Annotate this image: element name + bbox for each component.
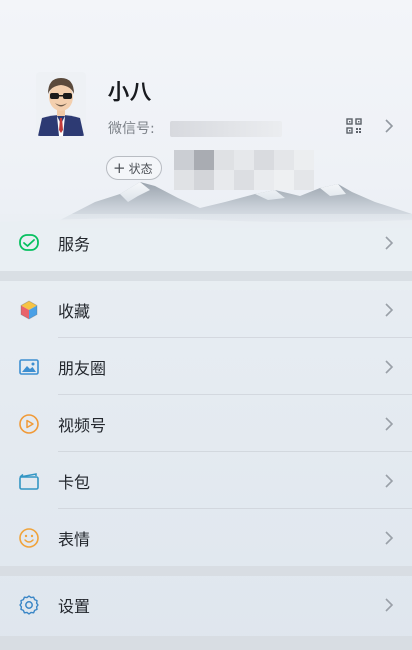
status-button-label: 状态 [128, 161, 153, 176]
menu-item-favorites-label: 收藏 [58, 301, 91, 321]
chevron-right-icon [384, 530, 394, 546]
chevron-right-icon [384, 235, 394, 251]
menu-item-moments[interactable]: 朋友圈 [0, 338, 412, 395]
menu-item-favorites[interactable]: 收藏 [0, 281, 412, 338]
services-icon [18, 232, 40, 254]
menu-item-settings-label: 设置 [58, 596, 91, 616]
menu-item-services-label: 服务 [58, 234, 91, 254]
sticker-smile-icon [18, 527, 40, 549]
moments-photo-icon [18, 356, 40, 378]
menu-item-stickers-label: 表情 [58, 529, 91, 549]
chevron-right-icon [384, 416, 394, 432]
menu-item-cards[interactable]: 卡包 [0, 452, 412, 509]
bottom-section-gap [0, 636, 412, 650]
menu-item-moments-label: 朋友圈 [58, 358, 107, 378]
menu-item-channels-label: 视频号 [58, 415, 107, 435]
wechat-id-label: 微信号: [108, 121, 155, 137]
card-wallet-icon [18, 470, 40, 492]
wechat-id-redacted [170, 121, 282, 137]
avatar[interactable] [36, 72, 86, 136]
profile-header[interactable]: 小八 微信号: + 状态 [0, 0, 412, 205]
menu-item-settings[interactable]: 设置 [0, 576, 412, 633]
profile-nickname: 小八 [108, 80, 152, 104]
avatar-cartoon-icon [36, 72, 86, 136]
status-redacted-mosaic [174, 150, 314, 190]
add-status-button[interactable]: + 状态 [106, 156, 162, 180]
menu-item-cards-label: 卡包 [58, 472, 91, 492]
chevron-right-icon [384, 473, 394, 489]
channels-play-icon [18, 413, 40, 435]
qr-code-icon[interactable] [346, 118, 362, 134]
section-divider [0, 566, 412, 576]
section-divider [0, 271, 412, 281]
me-menu-list: 服务 收藏 朋友圈 视频号 卡包 表情 设置 [0, 214, 412, 633]
chevron-right-icon[interactable] [382, 116, 396, 136]
menu-item-channels[interactable]: 视频号 [0, 395, 412, 452]
chevron-right-icon [384, 597, 394, 613]
chevron-right-icon [384, 359, 394, 375]
chevron-right-icon [384, 302, 394, 318]
menu-item-stickers[interactable]: 表情 [0, 509, 412, 566]
favorites-cube-icon [18, 299, 40, 321]
menu-item-services[interactable]: 服务 [0, 214, 412, 271]
settings-gear-icon [18, 594, 40, 616]
plus-icon: + [113, 158, 126, 177]
